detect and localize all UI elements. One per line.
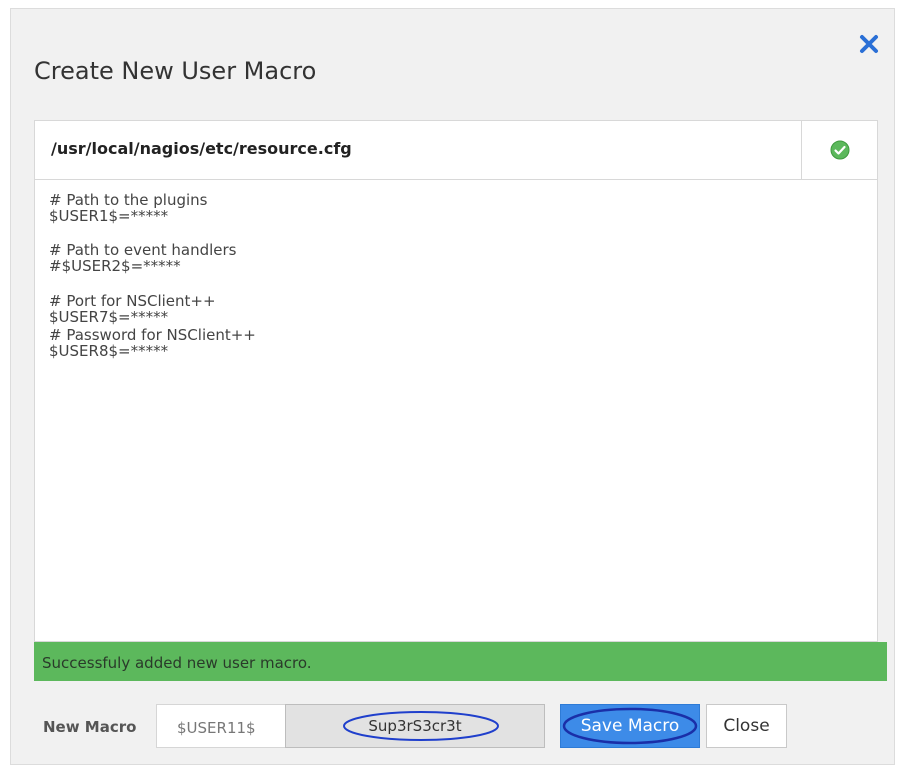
macro-value-input[interactable] <box>285 704 545 748</box>
editor-line: $USER7$=***** <box>49 308 169 326</box>
save-macro-button[interactable]: Save Macro <box>560 704 700 748</box>
new-macro-label: New Macro <box>43 718 137 736</box>
file-status-cell <box>801 121 877 179</box>
config-file-editor[interactable]: # Path to the plugins $USER1$=***** # Pa… <box>34 180 878 642</box>
close-x-icon[interactable] <box>858 33 880 55</box>
check-circle-icon <box>830 140 850 160</box>
dialog-title: Create New User Macro <box>34 57 317 85</box>
macro-name-value: $USER11$ <box>177 719 256 737</box>
file-header: /usr/local/nagios/etc/resource.cfg <box>34 120 878 180</box>
close-button[interactable]: Close <box>706 704 787 748</box>
editor-line: # Path to the plugins <box>49 191 208 209</box>
editor-line: # Path to event handlers <box>49 241 237 259</box>
editor-line: # Port for NSClient++ <box>49 292 216 310</box>
editor-line: #$USER2$=***** <box>49 257 181 275</box>
file-path: /usr/local/nagios/etc/resource.cfg <box>51 139 352 158</box>
macro-name-field: $USER11$ <box>156 704 286 748</box>
success-message: Successfuly added new user macro. <box>42 654 312 672</box>
editor-line: $USER8$=***** <box>49 342 169 360</box>
editor-line: # Password for NSClient++ <box>49 326 256 344</box>
editor-line: $USER1$=***** <box>49 207 169 225</box>
success-message-bar: Successfuly added new user macro. <box>34 642 887 681</box>
